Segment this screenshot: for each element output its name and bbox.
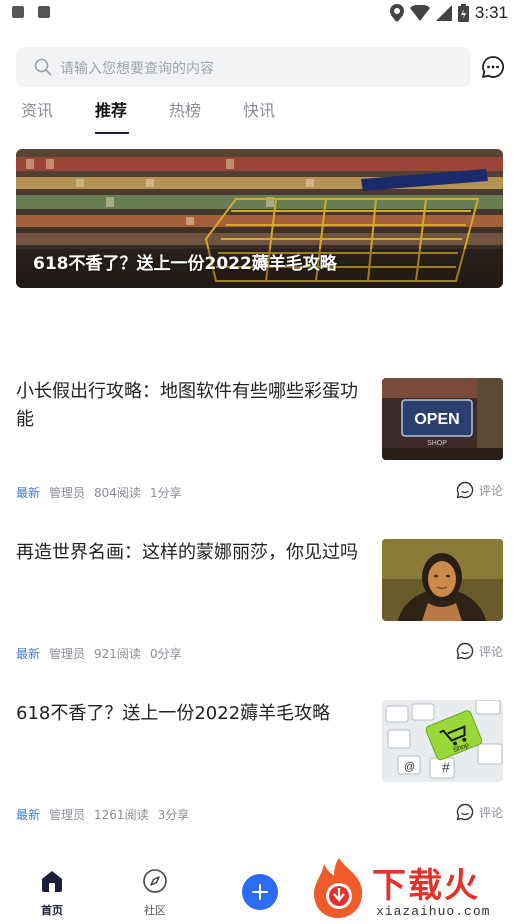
latest-tag: 最新 <box>16 808 41 822</box>
article-author: 管理员 <box>49 808 86 822</box>
article-thumbnail[interactable]: Shop # @ <box>382 700 503 782</box>
tab-recommended[interactable]: 推荐 <box>95 100 169 136</box>
article-author: 管理员 <box>49 486 86 500</box>
svg-text:@: @ <box>404 761 415 773</box>
comment-icon <box>456 642 474 660</box>
search-placeholder: 请输入您想要查询的内容 <box>60 61 214 77</box>
article-card[interactable]: 再造世界名画：这样的蒙娜丽莎，你见过吗 最新 管理员 921阅读 0分享 评论 <box>16 539 503 669</box>
article-thumbnail[interactable] <box>382 539 503 621</box>
banner-title: 618不香了？送上一份2022薅羊毛攻略 <box>33 254 337 274</box>
read-count: 804阅读 <box>94 486 141 500</box>
category-tabs: 资讯 推荐 热榜 快讯 <box>21 100 317 136</box>
wifi-icon <box>409 5 430 21</box>
status-bar: 3:31 <box>0 0 520 28</box>
comment-icon <box>456 803 474 821</box>
svg-text:SHOP: SHOP <box>427 440 447 447</box>
share-count: 3分享 <box>157 808 190 822</box>
compass-icon <box>143 869 167 893</box>
article-title[interactable]: 再造世界名画：这样的蒙娜丽莎，你见过吗 <box>16 539 361 567</box>
read-count: 1261阅读 <box>94 808 149 822</box>
tab-trending[interactable]: 热榜 <box>169 100 243 136</box>
svg-text:#: # <box>442 759 450 775</box>
article-card[interactable]: 小长假出行攻略：地图软件有些哪些彩蛋功能 OPEN SHOP 最新 管理员 80… <box>16 378 503 508</box>
comment-button[interactable]: 评论 <box>456 481 503 499</box>
article-card[interactable]: 618不香了？送上一份2022薅羊毛攻略 Shop # @ 最新 管理员 126… <box>16 700 503 830</box>
watermark-logo: 下载火 xiazaihuo.com <box>306 852 520 924</box>
comment-button[interactable]: 评论 <box>456 803 503 821</box>
article-author: 管理员 <box>49 647 86 661</box>
featured-banner[interactable]: 618不香了？送上一份2022薅羊毛攻略 <box>16 149 503 288</box>
latest-tag: 最新 <box>16 647 41 661</box>
location-icon <box>389 4 404 22</box>
nav-home[interactable]: 首页 <box>22 856 82 918</box>
nav-community[interactable]: 社区 <box>125 856 185 918</box>
article-meta: 最新 管理员 1261阅读 3分享 <box>16 806 189 823</box>
tab-news[interactable]: 资讯 <box>21 100 95 136</box>
open-sign-image: OPEN SHOP <box>382 378 503 460</box>
message-icon[interactable] <box>481 55 505 79</box>
gmail-notification-icon <box>12 6 24 18</box>
clock: 3:31 <box>474 3 508 22</box>
battery-icon <box>457 4 469 22</box>
flame-logo-icon <box>314 858 363 918</box>
article-title[interactable]: 618不香了？送上一份2022薅羊毛攻略 <box>16 700 361 728</box>
add-post-button[interactable] <box>242 874 278 910</box>
search-row: 请输入您想要查询的内容 <box>16 47 506 87</box>
share-count: 0分享 <box>149 647 182 661</box>
watermark-domain: xiazaihuo.com <box>376 904 491 919</box>
watermark-brand: 下载火 <box>372 866 480 906</box>
article-meta: 最新 管理员 804阅读 1分享 <box>16 484 182 501</box>
tab-flash-news[interactable]: 快讯 <box>243 100 317 136</box>
app-notification-icon <box>38 6 50 18</box>
shop-keyboard-image: Shop # @ <box>382 700 503 782</box>
article-title[interactable]: 小长假出行攻略：地图软件有些哪些彩蛋功能 <box>16 378 361 434</box>
search-icon <box>34 58 52 76</box>
latest-tag: 最新 <box>16 486 41 500</box>
article-thumbnail[interactable]: OPEN SHOP <box>382 378 503 460</box>
mona-lisa-image <box>382 539 503 621</box>
active-tab-indicator <box>95 132 129 134</box>
comment-icon <box>456 481 474 499</box>
signal-icon <box>435 5 452 21</box>
article-meta: 最新 管理员 921阅读 0分享 <box>16 645 182 662</box>
share-count: 1分享 <box>149 486 182 500</box>
read-count: 921阅读 <box>94 647 141 661</box>
search-input[interactable]: 请输入您想要查询的内容 <box>16 47 471 87</box>
home-icon <box>42 871 62 892</box>
comment-button[interactable]: 评论 <box>456 642 503 660</box>
svg-text:OPEN: OPEN <box>414 411 459 428</box>
